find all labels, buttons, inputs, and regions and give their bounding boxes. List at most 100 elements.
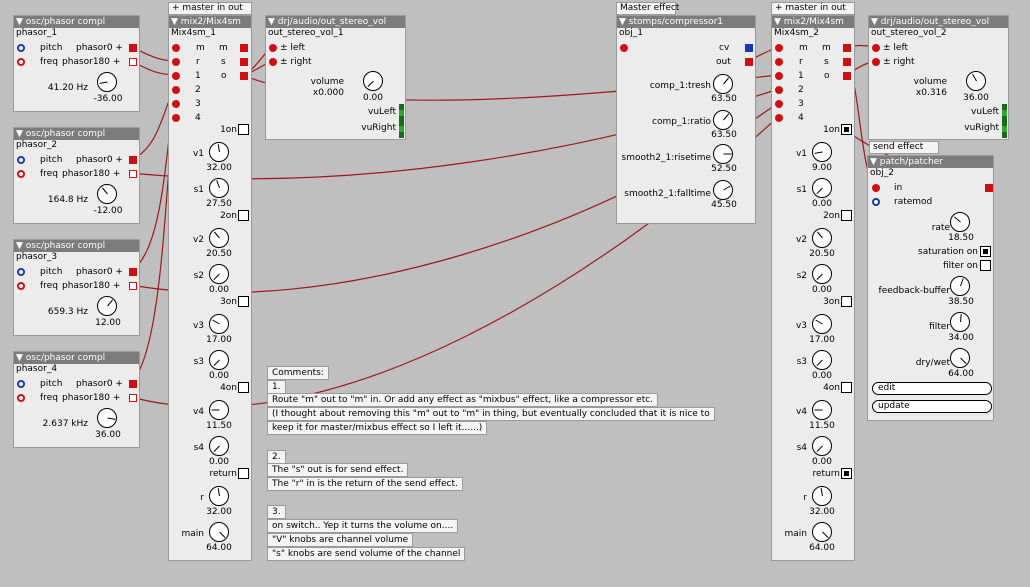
- on1-toggle[interactable]: [841, 124, 852, 135]
- phasor-object[interactable]: ▼ osc/phasor compl phasor_3 pitch phasor0 +…: [13, 239, 140, 336]
- pitch-inlet[interactable]: [17, 156, 25, 164]
- patcher-in-inlet[interactable]: [872, 184, 880, 192]
- mixer-2-m-outlet[interactable]: [843, 44, 851, 52]
- freq-inlet[interactable]: [17, 394, 25, 402]
- drywet-knob[interactable]: [950, 348, 970, 368]
- return-toggle[interactable]: [841, 468, 852, 479]
- s4-knob[interactable]: [812, 436, 832, 456]
- mixer-2-in1-inlet[interactable]: [775, 72, 783, 80]
- mixer-1-in3-inlet[interactable]: [172, 100, 180, 108]
- ratio-knob[interactable]: [713, 110, 733, 130]
- patcher-out-outlet[interactable]: [985, 184, 993, 192]
- out-1-right-inlet[interactable]: [269, 58, 277, 66]
- on3-toggle[interactable]: [841, 296, 852, 307]
- v3-knob[interactable]: [812, 314, 832, 334]
- mixer-1-s-outlet[interactable]: [240, 58, 248, 66]
- update-button[interactable]: update: [872, 400, 992, 413]
- compressor[interactable]: ▼ stomps/compressor1 obj_1 cv out comp_1…: [616, 15, 756, 224]
- mixer-2-s-outlet[interactable]: [843, 58, 851, 66]
- v4-knob[interactable]: [812, 400, 832, 420]
- mixer-2-in3-inlet[interactable]: [775, 100, 783, 108]
- on3-toggle[interactable]: [238, 296, 249, 307]
- mixer-1-r-inlet[interactable]: [172, 58, 180, 66]
- edit-button[interactable]: edit: [872, 382, 992, 395]
- phasor180-outlet[interactable]: [129, 170, 137, 178]
- s2-knob[interactable]: [209, 264, 229, 284]
- on4-toggle[interactable]: [238, 382, 249, 393]
- phasor180-outlet[interactable]: [129, 282, 137, 290]
- mixer-2[interactable]: ▼ mix2/Mix4sm Mix4sm_2 m m r s 1 o 2 3 4…: [771, 15, 855, 561]
- mixer-2-in2-inlet[interactable]: [775, 86, 783, 94]
- on4-toggle[interactable]: [841, 382, 852, 393]
- phasor180-outlet[interactable]: [129, 394, 137, 402]
- pitch-knob[interactable]: [97, 72, 117, 92]
- v1-knob[interactable]: [812, 142, 832, 162]
- v2-knob[interactable]: [812, 228, 832, 248]
- main-knob[interactable]: [812, 522, 832, 542]
- main-knob[interactable]: [209, 522, 229, 542]
- freq-inlet[interactable]: [17, 170, 25, 178]
- out-1-header[interactable]: ▼ drj/audio/out_stereo_vol: [266, 16, 405, 28]
- compressor-out-outlet[interactable]: [745, 58, 753, 66]
- s4-knob[interactable]: [209, 436, 229, 456]
- pitch-inlet[interactable]: [17, 44, 25, 52]
- return-toggle[interactable]: [238, 468, 249, 479]
- phasor-header[interactable]: ▼ osc/phasor compl: [14, 16, 139, 28]
- rate-knob[interactable]: [950, 212, 970, 232]
- phasor-object[interactable]: ▼ osc/phasor compl phasor_4 pitch phasor0 +…: [13, 351, 140, 448]
- on1-toggle[interactable]: [238, 124, 249, 135]
- s1-knob[interactable]: [812, 178, 832, 198]
- feedback-buffer-knob[interactable]: [950, 276, 970, 296]
- v4-knob[interactable]: [209, 400, 229, 420]
- on2-toggle[interactable]: [841, 210, 852, 221]
- v1-knob[interactable]: [209, 142, 229, 162]
- mixer-1[interactable]: ▼ mix2/Mix4sm Mix4sm_1 m m r s 1 o 2 3 4…: [168, 15, 252, 561]
- mixer-1-o-outlet[interactable]: [240, 72, 248, 80]
- s3-knob[interactable]: [209, 350, 229, 370]
- s2-knob[interactable]: [812, 264, 832, 284]
- tresh-knob[interactable]: [713, 74, 733, 94]
- phasor180-outlet[interactable]: [129, 58, 137, 66]
- pitch-knob[interactable]: [97, 296, 117, 316]
- on2-toggle[interactable]: [238, 210, 249, 221]
- s3-knob[interactable]: [812, 350, 832, 370]
- compressor-cv-outlet[interactable]: [745, 44, 753, 52]
- mixer-2-r-inlet[interactable]: [775, 58, 783, 66]
- patcher-ratemod-inlet[interactable]: [872, 198, 880, 206]
- out-stereo-vol-1[interactable]: ▼ drj/audio/out_stereo_vol out_stereo_vo…: [265, 15, 406, 140]
- r-knob[interactable]: [812, 486, 832, 506]
- mixer-1-in2-inlet[interactable]: [172, 86, 180, 94]
- mixer-2-header[interactable]: ▼ mix2/Mix4sm: [772, 16, 854, 28]
- falltime-knob[interactable]: [713, 180, 733, 200]
- mixer-1-m-outlet[interactable]: [240, 44, 248, 52]
- pitch-inlet[interactable]: [17, 380, 25, 388]
- phasor-header[interactable]: ▼ osc/phasor compl: [14, 352, 139, 364]
- out-2-volume-knob[interactable]: [966, 71, 986, 91]
- out-2-left-inlet[interactable]: [872, 44, 880, 52]
- compressor-in-inlet[interactable]: [620, 44, 628, 52]
- patcher-header[interactable]: ▼ patch/patcher: [868, 156, 993, 168]
- out-stereo-vol-2[interactable]: ▼ drj/audio/out_stereo_vol out_stereo_vo…: [868, 15, 1009, 140]
- phasor0-outlet[interactable]: [129, 380, 137, 388]
- mixer-2-m-inlet[interactable]: [775, 44, 783, 52]
- mixer-1-header[interactable]: ▼ mix2/Mix4sm: [169, 16, 251, 28]
- mixer-2-in4-inlet[interactable]: [775, 114, 783, 122]
- phasor0-outlet[interactable]: [129, 44, 137, 52]
- phasor0-outlet[interactable]: [129, 156, 137, 164]
- phasor-header[interactable]: ▼ osc/phasor compl: [14, 240, 139, 252]
- out-2-header[interactable]: ▼ drj/audio/out_stereo_vol: [869, 16, 1008, 28]
- filter-knob[interactable]: [950, 312, 970, 332]
- patcher[interactable]: ▼ patch/patcher obj_2 in ratemod rate 18…: [867, 155, 994, 421]
- v2-knob[interactable]: [209, 228, 229, 248]
- pitch-inlet[interactable]: [17, 268, 25, 276]
- r-knob[interactable]: [209, 486, 229, 506]
- mixer-1-in4-inlet[interactable]: [172, 114, 180, 122]
- mixer-2-o-outlet[interactable]: [843, 72, 851, 80]
- risetime-knob[interactable]: [713, 144, 733, 164]
- s1-knob[interactable]: [209, 178, 229, 198]
- v3-knob[interactable]: [209, 314, 229, 334]
- phasor-object[interactable]: ▼ osc/phasor compl phasor_1 pitch phasor0 +…: [13, 15, 140, 112]
- mixer-1-in1-inlet[interactable]: [172, 72, 180, 80]
- pitch-knob[interactable]: [97, 184, 117, 204]
- freq-inlet[interactable]: [17, 58, 25, 66]
